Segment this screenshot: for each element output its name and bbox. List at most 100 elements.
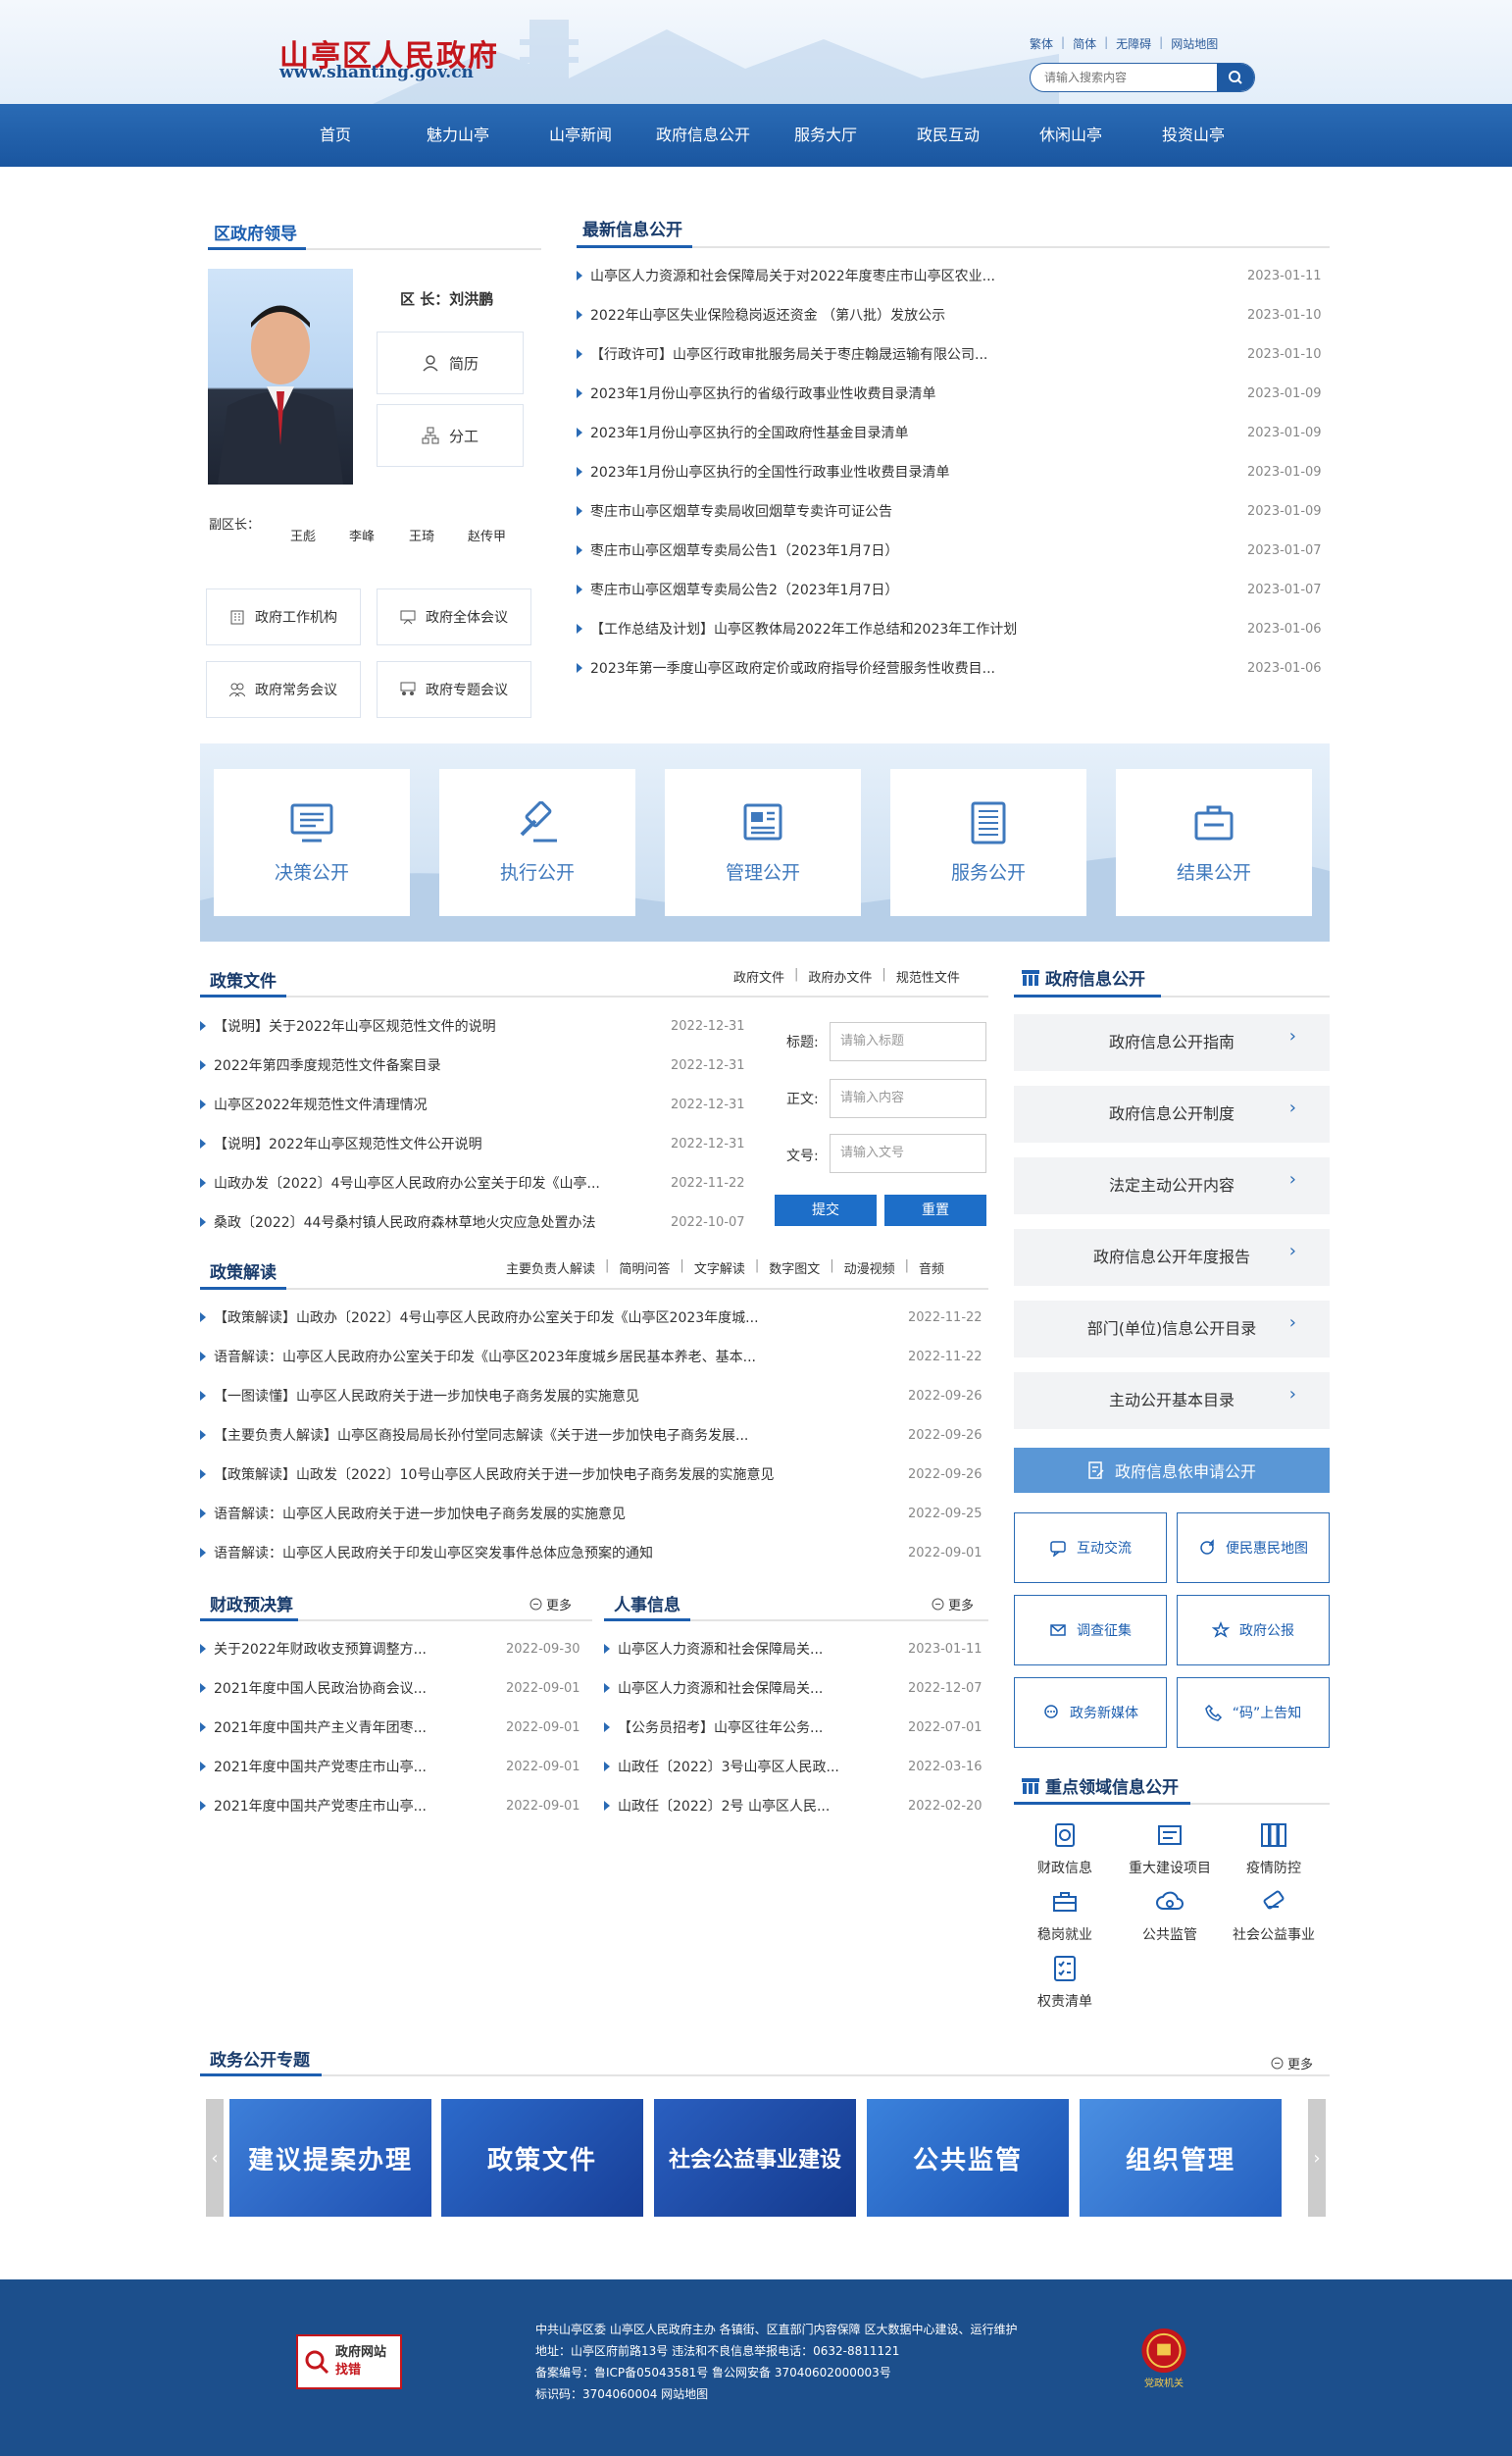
nav-leisure[interactable]: 休闲山亭 (1009, 104, 1133, 167)
personnel-item[interactable]: 山亭区人力资源和社会保障局关... (604, 1630, 849, 1669)
tab-gov-office-files[interactable]: 政府办文件 (808, 967, 872, 986)
deputy-name[interactable]: 赵传甲 (468, 526, 506, 544)
new-media-button[interactable]: 政务新媒体 (1014, 1677, 1167, 1748)
public-welfare-item[interactable]: 社会公益事业 (1220, 1887, 1328, 1944)
finance-item[interactable]: 2021年度中国共产主义青年团枣... (200, 1709, 445, 1748)
nav-invest[interactable]: 投资山亭 (1132, 104, 1255, 167)
carousel-prev-button[interactable]: ‹ (206, 2099, 224, 2217)
policy-file-item[interactable]: 【说明】关于2022年山亭区规范性文件的说明 (200, 1007, 631, 1047)
interpretation-item[interactable]: 【一图读懂】山亭区人民政府关于进一步加快电子商务发展的实施意见 (200, 1377, 814, 1416)
nav-service-hall[interactable]: 服务大厅 (764, 104, 887, 167)
content-input[interactable]: 请输入内容 (830, 1079, 986, 1118)
title-input[interactable]: 请输入标题 (830, 1022, 986, 1061)
gov-info-link[interactable]: 政府信息公开年度报告 › (1014, 1229, 1330, 1286)
link-accessibility[interactable]: 无障碍 (1116, 35, 1151, 52)
latest-info-item[interactable]: 枣庄市山亭区烟草专卖局收回烟草专卖许可证公告 (577, 492, 1037, 532)
public-supervision-item[interactable]: 公共监管 (1116, 1887, 1224, 1944)
result-public-card[interactable]: 结果公开 (1116, 769, 1312, 916)
latest-info-item[interactable]: 2023年1月份山亭区执行的全国政府性基金目录清单 (577, 414, 1037, 453)
policy-file-item[interactable]: 山亭区2022年规范性文件清理情况 (200, 1086, 631, 1125)
interaction-button[interactable]: 互动交流 (1014, 1512, 1167, 1583)
search-input[interactable] (1031, 64, 1217, 91)
reset-button[interactable]: 重置 (884, 1195, 986, 1226)
gov-info-link[interactable]: 政府信息公开指南 › (1014, 1014, 1330, 1071)
personnel-item[interactable]: 【公务员招考】山亭区往年公务... (604, 1709, 849, 1748)
special-meeting-button[interactable]: 政府专题会议 (377, 661, 531, 718)
gov-info-link[interactable]: 部门(单位)信息公开目录 › (1014, 1301, 1330, 1357)
interpretation-item[interactable]: 【政策解读】山政发〔2022〕10号山亭区人民政府关于进一步加快电子商务发展的实… (200, 1456, 814, 1495)
topic-slide[interactable]: 建议提案办理 (229, 2099, 431, 2217)
nav-home[interactable]: 首页 (274, 104, 397, 167)
tab-qa[interactable]: 简明问答 (619, 1258, 670, 1277)
interpretation-item[interactable]: 语音解读：山亭区人民政府办公室关于印发《山亭区2023年度城乡居民基本养老、基本… (200, 1338, 814, 1377)
finance-item[interactable]: 2021年度中国共产党枣庄市山亭... (200, 1748, 445, 1787)
link-traditional[interactable]: 繁体 (1030, 35, 1053, 52)
deputy-name[interactable]: 李峰 (349, 526, 375, 544)
latest-info-item[interactable]: 【行政许可】山亭区行政审批服务局关于枣庄翰晟运输有限公司... (577, 335, 1037, 375)
interpretation-item[interactable]: 语音解读：山亭区人民政府关于进一步加快电子商务发展的实施意见 (200, 1495, 814, 1534)
personnel-item[interactable]: 山亭区人力资源和社会保障局关... (604, 1669, 849, 1709)
tab-audio[interactable]: 音频 (919, 1258, 944, 1277)
search-button[interactable] (1217, 64, 1254, 91)
find-error-badge[interactable]: 政府网站 找错 (296, 2334, 402, 2389)
latest-info-item[interactable]: 2023年第一季度山亭区政府定价或政府指导价经营服务性收费目... (577, 649, 1037, 689)
policy-file-item[interactable]: 2022年第四季度规范性文件备案目录 (200, 1047, 631, 1086)
latest-info-item[interactable]: 2023年1月份山亭区执行的省级行政事业性收费目录清单 (577, 375, 1037, 414)
gov-info-link[interactable]: 主动公开基本目录 › (1014, 1372, 1330, 1429)
personnel-item[interactable]: 山政任〔2022〕3号山亭区人民政... (604, 1748, 849, 1787)
latest-info-item[interactable]: 山亭区人力资源和社会保障局关于对2022年度枣庄市山亭区农业... (577, 257, 1037, 296)
leader-head[interactable]: 区 长：刘洪鹏 (400, 288, 493, 309)
carousel-next-button[interactable]: › (1308, 2099, 1326, 2217)
major-projects-item[interactable]: 重大建设项目 (1116, 1820, 1224, 1877)
nav-interaction[interactable]: 政民互动 (886, 104, 1010, 167)
finance-item[interactable]: 2021年度中国共产党枣庄市山亭... (200, 1787, 445, 1826)
deputy-name[interactable]: 王琦 (409, 526, 434, 544)
gazette-button[interactable]: 政府公报 (1177, 1595, 1330, 1665)
latest-info-item[interactable]: 枣庄市山亭区烟草专卖局公告1（2023年1月7日） (577, 532, 1037, 571)
decision-public-card[interactable]: 决策公开 (214, 769, 410, 916)
survey-button[interactable]: 调查征集 (1014, 1595, 1167, 1665)
finance-more-link[interactable]: 更多 (529, 1595, 572, 1613)
personnel-more-link[interactable]: 更多 (932, 1595, 974, 1613)
tab-animation[interactable]: 动漫视频 (844, 1258, 895, 1277)
topic-slide[interactable]: 社会公益事业建设 (654, 2099, 856, 2217)
code-notice-button[interactable]: “码”上告知 (1177, 1677, 1330, 1748)
management-public-card[interactable]: 管理公开 (665, 769, 861, 916)
gov-info-link[interactable]: 政府信息公开制度 › (1014, 1086, 1330, 1143)
executive-meeting-button[interactable]: 政府常务会议 (206, 661, 361, 718)
policy-file-item[interactable]: 山政办发〔2022〕4号山亭区人民政府办公室关于印发《山亭... (200, 1164, 631, 1203)
link-simplified[interactable]: 简体 (1073, 35, 1096, 52)
leader-photo[interactable] (208, 269, 353, 485)
responsibility-list-item[interactable]: 权责清单 (1011, 1954, 1119, 2011)
execution-public-card[interactable]: 执行公开 (439, 769, 635, 916)
nav-news[interactable]: 山亭新闻 (519, 104, 642, 167)
interpretation-item[interactable]: 【主要负责人解读】山亭区商投局局长孙付堂同志解读《关于进一步加快电子商务发展..… (200, 1416, 814, 1456)
finance-info-item[interactable]: 财政信息 (1011, 1820, 1119, 1877)
leader-division-button[interactable]: 分工 (377, 404, 524, 467)
finance-item[interactable]: 关于2022年财政收支预算调整方... (200, 1630, 445, 1669)
party-org-badge[interactable]: 党政机关 (1137, 2327, 1190, 2389)
docnum-input[interactable]: 请输入文号 (830, 1134, 986, 1173)
info-apply-button[interactable]: 政府信息依申请公开 (1014, 1448, 1330, 1493)
policy-file-item[interactable]: 桑政〔2022〕44号桑村镇人民政府森林草地火灾应急处置办法 (200, 1203, 631, 1243)
personnel-item[interactable]: 山政任〔2022〕2号 山亭区人民... (604, 1787, 849, 1826)
leader-resume-button[interactable]: 简历 (377, 332, 524, 394)
gov-agencies-button[interactable]: 政府工作机构 (206, 588, 361, 645)
gov-info-link[interactable]: 法定主动公开内容 › (1014, 1157, 1330, 1214)
topic-slide[interactable]: 政策文件 (441, 2099, 643, 2217)
tab-normative-files[interactable]: 规范性文件 (896, 967, 960, 986)
latest-info-item[interactable]: 2022年山亭区失业保险稳岗返还资金 （第八批）发放公示 (577, 296, 1037, 335)
deputy-name[interactable]: 王彪 (290, 526, 316, 544)
epidemic-item[interactable]: 疫情防控 (1220, 1820, 1328, 1877)
plenary-meeting-button[interactable]: 政府全体会议 (377, 588, 531, 645)
interpretation-item[interactable]: 语音解读：山亭区人民政府关于印发山亭区突发事件总体应急预案的通知 (200, 1534, 814, 1573)
tab-gov-files[interactable]: 政府文件 (733, 967, 784, 986)
nav-charm[interactable]: 魅力山亭 (396, 104, 520, 167)
latest-info-item[interactable]: 枣庄市山亭区烟草专卖局公告2（2023年1月7日） (577, 571, 1037, 610)
topic-slide[interactable]: 组织管理 (1080, 2099, 1282, 2217)
nav-info-public[interactable]: 政府信息公开 (641, 104, 765, 167)
finance-item[interactable]: 2021年度中国人民政治协商会议... (200, 1669, 445, 1709)
link-sitemap[interactable]: 网站地图 (1171, 35, 1218, 52)
topics-more-link[interactable]: 更多 (1271, 2054, 1313, 2072)
tab-text-interpret[interactable]: 文字解读 (694, 1258, 745, 1277)
